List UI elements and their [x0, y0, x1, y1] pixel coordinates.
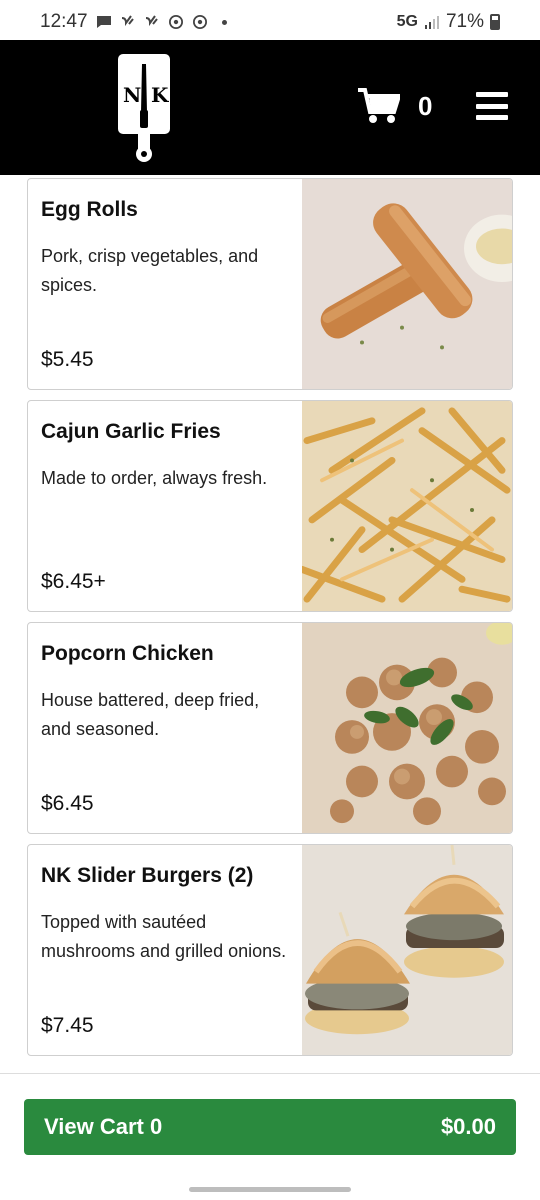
cart-count[interactable]: 0: [418, 91, 432, 122]
menu-item-name: Egg Rolls: [41, 198, 138, 221]
app-notification-icon-2: [145, 15, 158, 27]
menu-item-description: Made to order, always fresh.: [41, 468, 268, 488]
egg-rolls-photo: [302, 179, 512, 389]
signal-icon: [424, 16, 439, 29]
app-header: N K 0: [0, 40, 540, 175]
restaurant-logo[interactable]: N K: [116, 52, 172, 164]
svg-text:N: N: [123, 83, 141, 107]
menu-line: [476, 103, 508, 109]
menu-item-name: Cajun Garlic Fries: [41, 420, 221, 443]
bottom-cart-bar: View Cart 0 $0.00: [0, 1073, 540, 1200]
menu-item-price: $6.45+: [41, 570, 106, 593]
app-notification-icon: [121, 15, 134, 27]
menu-item-price: $5.45: [41, 348, 94, 371]
menu-item-description: Pork, crisp vegetables, and spices.: [41, 246, 259, 295]
network-type: 5G: [396, 13, 418, 30]
menu-item-description: Topped with sautéed mushrooms and grille…: [41, 912, 287, 961]
view-cart-label: View Cart 0: [44, 1114, 163, 1139]
cart-icon[interactable]: [358, 88, 400, 124]
menu-line: [476, 92, 508, 97]
menu-item-price: $6.45: [41, 792, 94, 815]
menu-item-info: Egg Rolls Pork, crisp vegetables, and sp…: [28, 179, 302, 389]
popcorn-chicken-photo: [302, 623, 512, 833]
message-icon: [96, 16, 111, 28]
cart-total: $0.00: [440, 1114, 496, 1139]
menu-item-info: Popcorn Chicken House battered, deep fri…: [28, 623, 302, 833]
menu-line: [476, 115, 508, 120]
menu-item-card[interactable]: Egg Rolls Pork, crisp vegetables, and sp…: [27, 178, 513, 390]
soccer-ball-icon-2: [192, 15, 207, 29]
battery-level: 71%: [445, 11, 484, 32]
clock: 12:47: [40, 11, 88, 32]
more-notifications-dot: [221, 19, 227, 25]
menu-item-price: $7.45: [41, 1014, 94, 1037]
fries-photo: [302, 401, 512, 611]
menu-item-card[interactable]: NK Slider Burgers (2) Topped with sautée…: [27, 844, 513, 1056]
menu-item-name: Popcorn Chicken: [41, 642, 214, 665]
menu-item-card[interactable]: Popcorn Chicken House battered, deep fri…: [27, 622, 513, 834]
status-left: 12:47: [40, 11, 227, 33]
slider-burgers-photo: [302, 845, 512, 1055]
soccer-ball-icon: [168, 15, 183, 29]
menu-item-info: Cajun Garlic Fries Made to order, always…: [28, 401, 302, 611]
view-cart-button[interactable]: View Cart 0 $0.00: [24, 1099, 516, 1155]
menu-item-info: NK Slider Burgers (2) Topped with sautée…: [28, 845, 302, 1055]
hamburger-menu-icon[interactable]: [476, 92, 508, 120]
menu-item-description: House battered, deep fried, and seasoned…: [41, 690, 260, 739]
status-right: 5G 71%: [397, 11, 500, 33]
status-bar: 12:47 5G 71%: [0, 0, 540, 44]
menu-item-name: NK Slider Burgers (2): [41, 864, 254, 887]
home-indicator[interactable]: [189, 1187, 351, 1192]
menu-item-card[interactable]: Cajun Garlic Fries Made to order, always…: [27, 400, 513, 612]
svg-text:K: K: [151, 83, 169, 107]
battery-icon: [490, 14, 500, 30]
